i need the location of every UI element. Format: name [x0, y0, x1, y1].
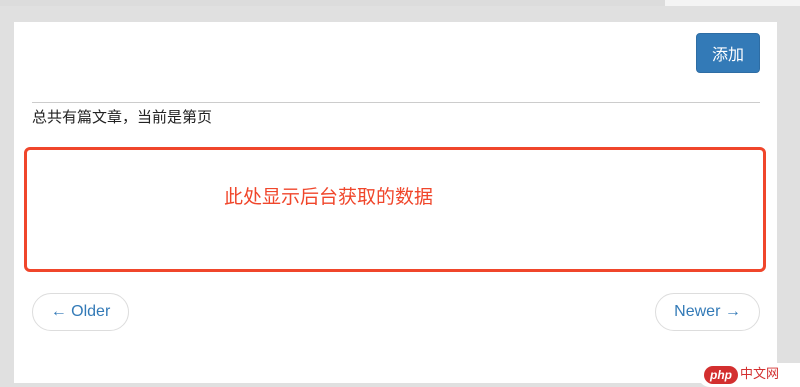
pager-newer-button[interactable]: Newer →	[655, 293, 760, 331]
pager-older-button[interactable]: ← Older	[32, 293, 129, 331]
article-count-summary: 总共有篇文章，当前是第页	[32, 108, 213, 126]
data-display-placeholder: 此处显示后台获取的数据	[224, 186, 434, 208]
watermark-php-logo: php	[704, 366, 738, 384]
add-button[interactable]: 添加	[696, 33, 760, 73]
window-top-strip-right	[665, 0, 800, 6]
watermark-site-name: 中文网	[740, 367, 780, 382]
header-divider	[32, 102, 760, 103]
site-watermark: php 中文网	[698, 363, 800, 387]
